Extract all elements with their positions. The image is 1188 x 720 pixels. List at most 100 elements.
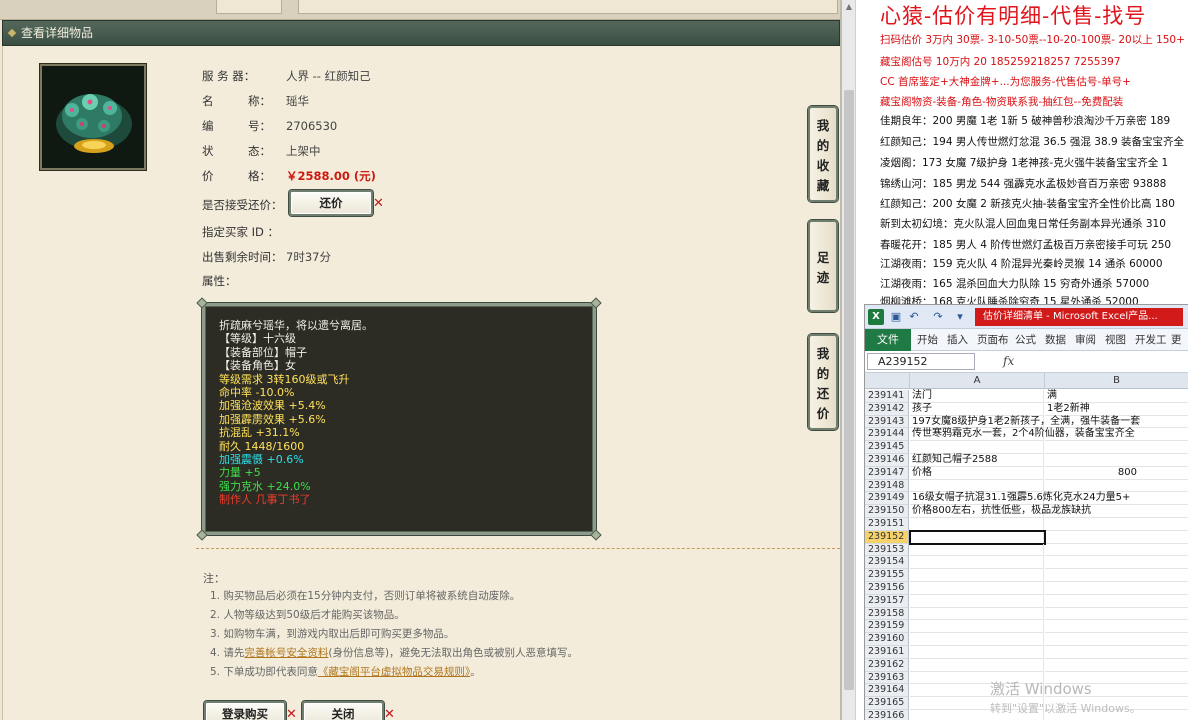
cell-b[interactable] bbox=[1045, 633, 1188, 646]
tab-data[interactable]: 数据 bbox=[1045, 329, 1066, 351]
scroll-thumb[interactable] bbox=[844, 90, 854, 690]
undo-icon[interactable]: ↶ bbox=[907, 310, 921, 324]
fx-icon[interactable]: fx bbox=[1003, 354, 1014, 368]
cell-a[interactable]: 法门 bbox=[910, 390, 1044, 403]
cell-a[interactable] bbox=[910, 633, 1044, 646]
active-cell-cursor[interactable] bbox=[909, 529, 1046, 545]
cell-b[interactable] bbox=[1045, 659, 1188, 672]
tab-review[interactable]: 审阅 bbox=[1075, 329, 1096, 351]
cell-a[interactable] bbox=[910, 569, 1044, 582]
top-tab[interactable] bbox=[298, 0, 838, 14]
tab-home[interactable]: 开始 bbox=[917, 329, 938, 351]
cell-a[interactable] bbox=[910, 620, 1044, 634]
row-number[interactable]: 239153 bbox=[865, 543, 909, 557]
cell-b[interactable]: 800 bbox=[1045, 467, 1188, 480]
row-number[interactable]: 239148 bbox=[865, 479, 909, 493]
tab-view[interactable]: 视图 bbox=[1105, 329, 1126, 351]
cell-b[interactable] bbox=[1045, 454, 1188, 467]
cell-b[interactable] bbox=[1045, 646, 1188, 659]
cell-b[interactable]: 1老2新神 bbox=[1045, 403, 1188, 416]
cell-a[interactable]: 孩子 bbox=[910, 402, 1044, 416]
tab-more[interactable]: 更多 bbox=[1171, 329, 1188, 368]
cell-a[interactable] bbox=[910, 646, 1044, 659]
my-bargains-button[interactable]: 我 的 还 价 bbox=[808, 334, 838, 430]
redo-icon[interactable]: ↷ bbox=[931, 310, 945, 324]
row-number[interactable]: 239158 bbox=[865, 607, 909, 621]
scroll-up-icon[interactable]: ▲ bbox=[844, 2, 854, 12]
cell-a[interactable] bbox=[910, 607, 1044, 621]
column-header-b[interactable]: B bbox=[1045, 373, 1188, 389]
row-number[interactable]: 239161 bbox=[865, 646, 909, 659]
row-number[interactable]: 239152 bbox=[865, 530, 909, 544]
row-number[interactable]: 239156 bbox=[865, 582, 909, 595]
cell-b[interactable] bbox=[1045, 582, 1188, 595]
row-number[interactable]: 239154 bbox=[865, 556, 909, 570]
row-number[interactable]: 239145 bbox=[865, 441, 909, 454]
column-header-a[interactable]: A bbox=[910, 373, 1045, 389]
tab-developer[interactable]: 开发工 bbox=[1135, 329, 1167, 351]
cell-a[interactable]: 价格800左右，抗性低些，极品龙族缺抗 bbox=[910, 505, 1091, 518]
row-number[interactable]: 239142 bbox=[865, 402, 909, 416]
cell-b[interactable] bbox=[1045, 544, 1188, 557]
row-number[interactable]: 239160 bbox=[865, 633, 909, 646]
row-number[interactable]: 239149 bbox=[865, 492, 909, 506]
select-all-corner[interactable] bbox=[865, 373, 910, 389]
cell-a[interactable] bbox=[910, 658, 1044, 672]
cell-a[interactable] bbox=[910, 594, 1044, 608]
customize-toolbar-icon[interactable]: ▾ bbox=[953, 310, 967, 324]
cell-b[interactable] bbox=[1045, 416, 1188, 429]
name-box[interactable]: A239152 bbox=[867, 353, 975, 370]
tab-insert[interactable]: 插入 bbox=[947, 329, 968, 351]
cell-b[interactable] bbox=[1045, 505, 1188, 518]
cell-b[interactable] bbox=[1045, 441, 1188, 454]
cell-b[interactable] bbox=[1045, 569, 1188, 582]
cell-b[interactable] bbox=[1045, 492, 1188, 506]
tab-file[interactable]: 文件 bbox=[865, 329, 911, 351]
login-buy-button[interactable]: 登录购买 bbox=[204, 701, 286, 720]
cell-b[interactable] bbox=[1045, 518, 1188, 531]
tab-formulas[interactable]: 公式 bbox=[1015, 329, 1036, 351]
cell-a[interactable] bbox=[910, 441, 1044, 454]
cell-b[interactable] bbox=[1045, 620, 1188, 634]
row-number[interactable]: 239157 bbox=[865, 594, 909, 608]
cell-a[interactable]: 价格 bbox=[910, 466, 1044, 480]
cell-b[interactable] bbox=[1045, 480, 1188, 493]
footprint-button[interactable]: 足 迹 bbox=[808, 220, 838, 312]
cell-a[interactable]: 红颜知己帽子2588 bbox=[910, 454, 1044, 467]
account-security-link[interactable]: 完善帐号安全资料 bbox=[244, 647, 328, 659]
cell-a[interactable] bbox=[910, 543, 1044, 557]
cell-a[interactable] bbox=[910, 582, 1044, 595]
row-number[interactable]: 239166 bbox=[865, 710, 909, 720]
trade-rules-link[interactable]: 《藏宝阁平台虚拟物品交易规则》 bbox=[318, 666, 470, 678]
cell-b[interactable] bbox=[1045, 428, 1188, 442]
row-number[interactable]: 239141 bbox=[865, 390, 909, 403]
tab-page-layout[interactable]: 页面布 bbox=[977, 329, 1009, 351]
row-number[interactable]: 239147 bbox=[865, 466, 909, 480]
cell-b[interactable] bbox=[1045, 595, 1188, 608]
bargain-button[interactable]: 还价 bbox=[289, 190, 373, 216]
row-number[interactable]: 239143 bbox=[865, 415, 909, 429]
cell-b[interactable] bbox=[1045, 556, 1188, 570]
top-tab[interactable] bbox=[216, 0, 282, 14]
row-number[interactable]: 239146 bbox=[865, 454, 909, 467]
cell-b[interactable] bbox=[1045, 608, 1188, 621]
cell-b[interactable] bbox=[1045, 531, 1188, 544]
row-number[interactable]: 239155 bbox=[865, 569, 909, 582]
close-button[interactable]: 关闭 bbox=[302, 701, 384, 720]
my-favorites-button[interactable]: 我 的 收 藏 bbox=[808, 106, 838, 202]
save-icon[interactable]: ▣ bbox=[889, 310, 903, 324]
row-number[interactable]: 239150 bbox=[865, 505, 909, 518]
cell-a[interactable] bbox=[910, 479, 1044, 493]
row-number[interactable]: 239151 bbox=[865, 518, 909, 531]
row-number[interactable]: 239144 bbox=[865, 428, 909, 442]
scrollbar[interactable]: ▲ bbox=[842, 0, 856, 720]
cell-a[interactable]: 传世寒鸦霜克水一套，2个4阶仙器，装备宝宝齐全 bbox=[910, 428, 1135, 442]
row-number[interactable]: 239159 bbox=[865, 620, 909, 634]
row-number[interactable]: 239162 bbox=[865, 658, 909, 672]
row-number[interactable]: 239163 bbox=[865, 671, 909, 685]
row-number[interactable]: 239164 bbox=[865, 684, 909, 698]
row-number[interactable]: 239165 bbox=[865, 697, 909, 710]
cell-a[interactable] bbox=[910, 556, 1044, 570]
cell-b[interactable]: 满 bbox=[1045, 390, 1188, 403]
cell-a[interactable]: 16级女帽子抗混31.1强霹5.6炼化克水24力量5+ bbox=[910, 492, 1130, 506]
